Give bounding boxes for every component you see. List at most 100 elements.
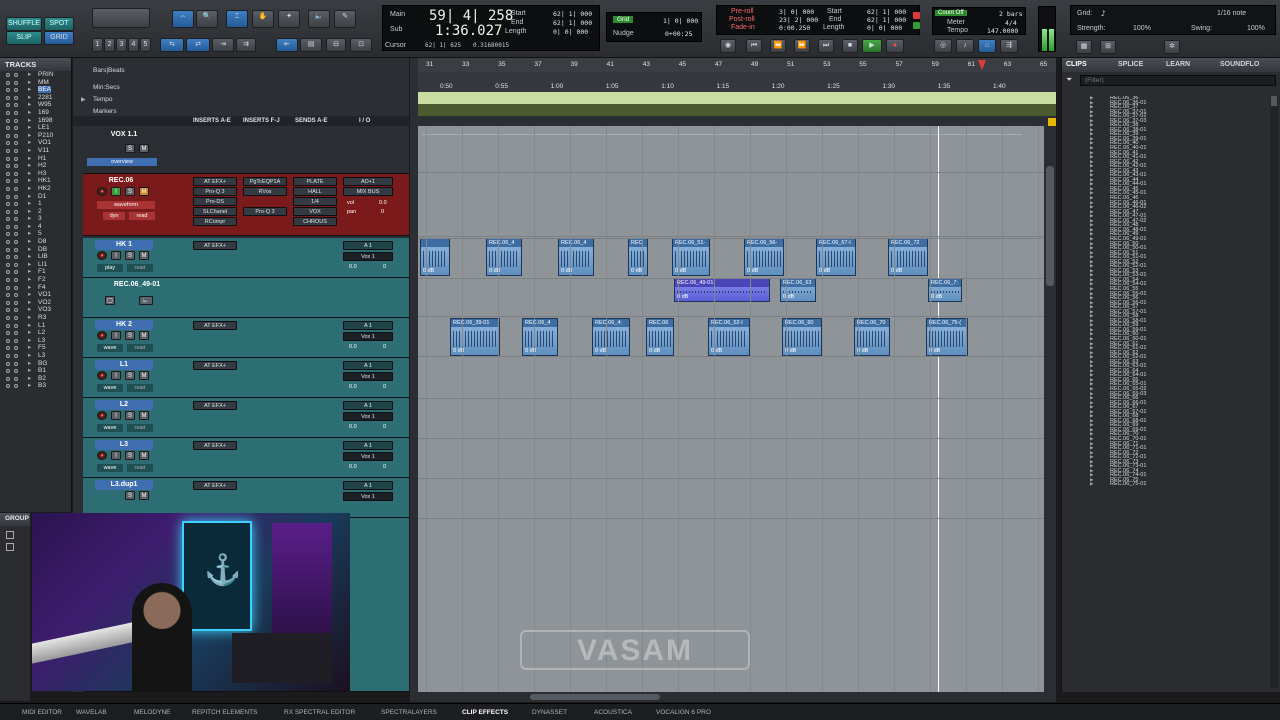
edit-window[interactable]: 31 33 35 37 39 41 43 45 47 49 51 53 55 57 59 61 63 65 0:5…: [410, 58, 1056, 692]
bottom-tab[interactable]: DYNASSET: [526, 707, 573, 718]
solo-button[interactable]: S: [125, 144, 135, 153]
zoom-preset-3[interactable]: 3: [116, 38, 127, 52]
folder-triangle-icon[interactable]: ▸: [28, 375, 31, 383]
insert-slot-b[interactable]: Pro-Q 3: [193, 187, 237, 196]
show-hide-dot-icon[interactable]: [6, 323, 10, 328]
folder-triangle-icon[interactable]: ▸: [28, 299, 31, 307]
automation-mode[interactable]: read: [127, 264, 153, 272]
return-to-zero-icon[interactable]: ⏮: [746, 39, 762, 53]
mute-button[interactable]: M: [139, 331, 149, 340]
solo-button[interactable]: S: [125, 251, 135, 260]
folder-triangle-icon[interactable]: ▸: [28, 382, 31, 390]
zoom-buttons[interactable]: [92, 8, 150, 28]
horizontal-scrollbar-track[interactable]: [410, 692, 1056, 702]
tracks-list-item[interactable]: ▸ LI1: [0, 261, 71, 269]
track-rec-06-49-01[interactable]: REC.06_49-01 ▢ 🔈: [83, 278, 409, 318]
postroll-value[interactable]: 23| 2| 000: [779, 16, 818, 24]
clip-list-scroll-thumb[interactable]: [1271, 96, 1277, 106]
active-dot-icon[interactable]: [14, 384, 18, 389]
insert-slot-e[interactable]: RCompr: [193, 217, 237, 226]
grid-label[interactable]: Grid: [613, 16, 634, 23]
track-view-selector[interactable]: overview: [87, 158, 157, 166]
active-dot-icon[interactable]: [14, 133, 18, 138]
tracks-list-item[interactable]: ▸ L3: [0, 337, 71, 345]
tab-learn[interactable]: LEARN: [1166, 61, 1190, 68]
postroll-label[interactable]: Post-roll: [729, 16, 755, 23]
folder-triangle-icon[interactable]: ▸: [28, 177, 31, 185]
folder-triangle-icon[interactable]: ▸: [28, 71, 31, 79]
clip-filter-input[interactable]: [1080, 75, 1276, 86]
online-button-icon[interactable]: ◉: [720, 39, 736, 53]
bottom-tab[interactable]: MIDI EDITOR: [16, 707, 68, 718]
auto-edit-icon[interactable]: ⊟: [326, 38, 346, 52]
input-selector[interactable]: A 1: [343, 321, 393, 330]
zoom-tool-icon[interactable]: 🔍: [196, 10, 218, 28]
tracks-list-item[interactable]: ▸ VO1: [0, 291, 71, 299]
track-name[interactable]: REC.06: [89, 176, 153, 186]
mute-button[interactable]: M: [139, 187, 149, 196]
folder-triangle-icon[interactable]: ▸: [28, 268, 31, 276]
show-hide-dot-icon[interactable]: [6, 300, 10, 305]
metronome-icon[interactable]: ⌂: [978, 39, 996, 53]
zoom-preset-4[interactable]: 4: [128, 38, 139, 52]
audio-clip[interactable]: REC.06_75-(0 dB: [926, 318, 968, 356]
input-selector[interactable]: AD+1: [343, 177, 393, 186]
folder-triangle-icon[interactable]: ▸: [28, 344, 31, 352]
show-hide-dot-icon[interactable]: [6, 217, 10, 222]
sub-counter-value[interactable]: 1:36.027: [435, 23, 502, 39]
show-hide-dot-icon[interactable]: [6, 73, 10, 77]
show-hide-dot-icon[interactable]: [6, 209, 10, 214]
tracks-list-item[interactable]: ▸ H2: [0, 162, 71, 170]
show-hide-dot-icon[interactable]: [6, 376, 10, 381]
folder-triangle-icon[interactable]: ▸: [28, 246, 31, 254]
input-monitor-button[interactable]: I: [111, 251, 121, 260]
bottom-tab[interactable]: VOCALIGN 6 PRO: [650, 707, 717, 718]
pan-value[interactable]: 0: [383, 464, 386, 470]
active-dot-icon[interactable]: [14, 103, 18, 108]
show-hide-dot-icon[interactable]: [6, 118, 10, 123]
group-checkbox[interactable]: [6, 531, 14, 539]
show-hide-dot-icon[interactable]: [6, 240, 10, 245]
tab-splice[interactable]: SPLICE: [1118, 61, 1143, 68]
tracks-list-item[interactable]: ▸ 2281: [0, 94, 71, 102]
active-dot-icon[interactable]: [14, 156, 18, 161]
record-arm-button[interactable]: ●: [97, 251, 107, 260]
end-value[interactable]: 62| 1| 000: [553, 19, 592, 27]
input-monitor-button[interactable]: I: [111, 187, 121, 196]
solo-button[interactable]: S: [125, 187, 135, 196]
edit-lock-icon[interactable]: ⊡: [350, 38, 372, 52]
input-selector[interactable]: A 1: [343, 401, 393, 410]
zoom-preset-2[interactable]: 2: [104, 38, 115, 52]
show-hide-dot-icon[interactable]: [6, 308, 10, 313]
folder-triangle-icon[interactable]: ▸: [28, 306, 31, 314]
bottom-tab[interactable]: WAVELAB: [70, 707, 113, 718]
show-hide-dot-icon[interactable]: [6, 186, 10, 191]
rewind-icon[interactable]: ⏪: [770, 39, 786, 53]
audio-clip[interactable]: REC.06_49-01 0 dB: [674, 278, 770, 302]
record-arm-button[interactable]: ●: [97, 331, 107, 340]
show-hide-dot-icon[interactable]: [6, 126, 10, 131]
trim-tool-icon[interactable]: ⇔: [172, 10, 194, 28]
bottom-tab[interactable]: ACOUSTICA: [588, 707, 638, 718]
show-hide-dot-icon[interactable]: [6, 353, 10, 358]
tab-to-transient-icon[interactable]: ⇤: [276, 38, 298, 52]
track-view-selector[interactable]: wave: [97, 344, 123, 352]
active-dot-icon[interactable]: [14, 240, 18, 245]
active-dot-icon[interactable]: [14, 293, 18, 298]
active-dot-icon[interactable]: [14, 217, 18, 222]
input-selector[interactable]: A 1: [343, 241, 393, 250]
track-name[interactable]: L3.dup1: [95, 480, 153, 490]
link-timeline-icon[interactable]: ⇆: [160, 38, 184, 52]
show-hide-dot-icon[interactable]: [6, 95, 10, 100]
folder-triangle-icon[interactable]: ▸: [28, 193, 31, 201]
track-hk-2[interactable]: HK 2 ● I S M wave read AT EFX+ A 1 Vox 1…: [83, 318, 409, 358]
folder-triangle-icon[interactable]: ▸: [28, 352, 31, 360]
clip-expand-icon[interactable]: ▶: [1090, 482, 1093, 487]
track-l2[interactable]: L2 ● I S M wave read AT EFX+ A 1 Vox 1 0…: [83, 398, 409, 438]
folder-triangle-icon[interactable]: ▸: [28, 86, 31, 94]
tracks-list-item[interactable]: ▸ HK2: [0, 185, 71, 193]
tracks-list-item[interactable]: ▸ L1: [0, 322, 71, 330]
wait-for-note-icon[interactable]: ♪: [956, 39, 974, 53]
fadein-value[interactable]: 0:00.250: [779, 24, 810, 32]
tracks-list-item[interactable]: ▸ HK1: [0, 177, 71, 185]
